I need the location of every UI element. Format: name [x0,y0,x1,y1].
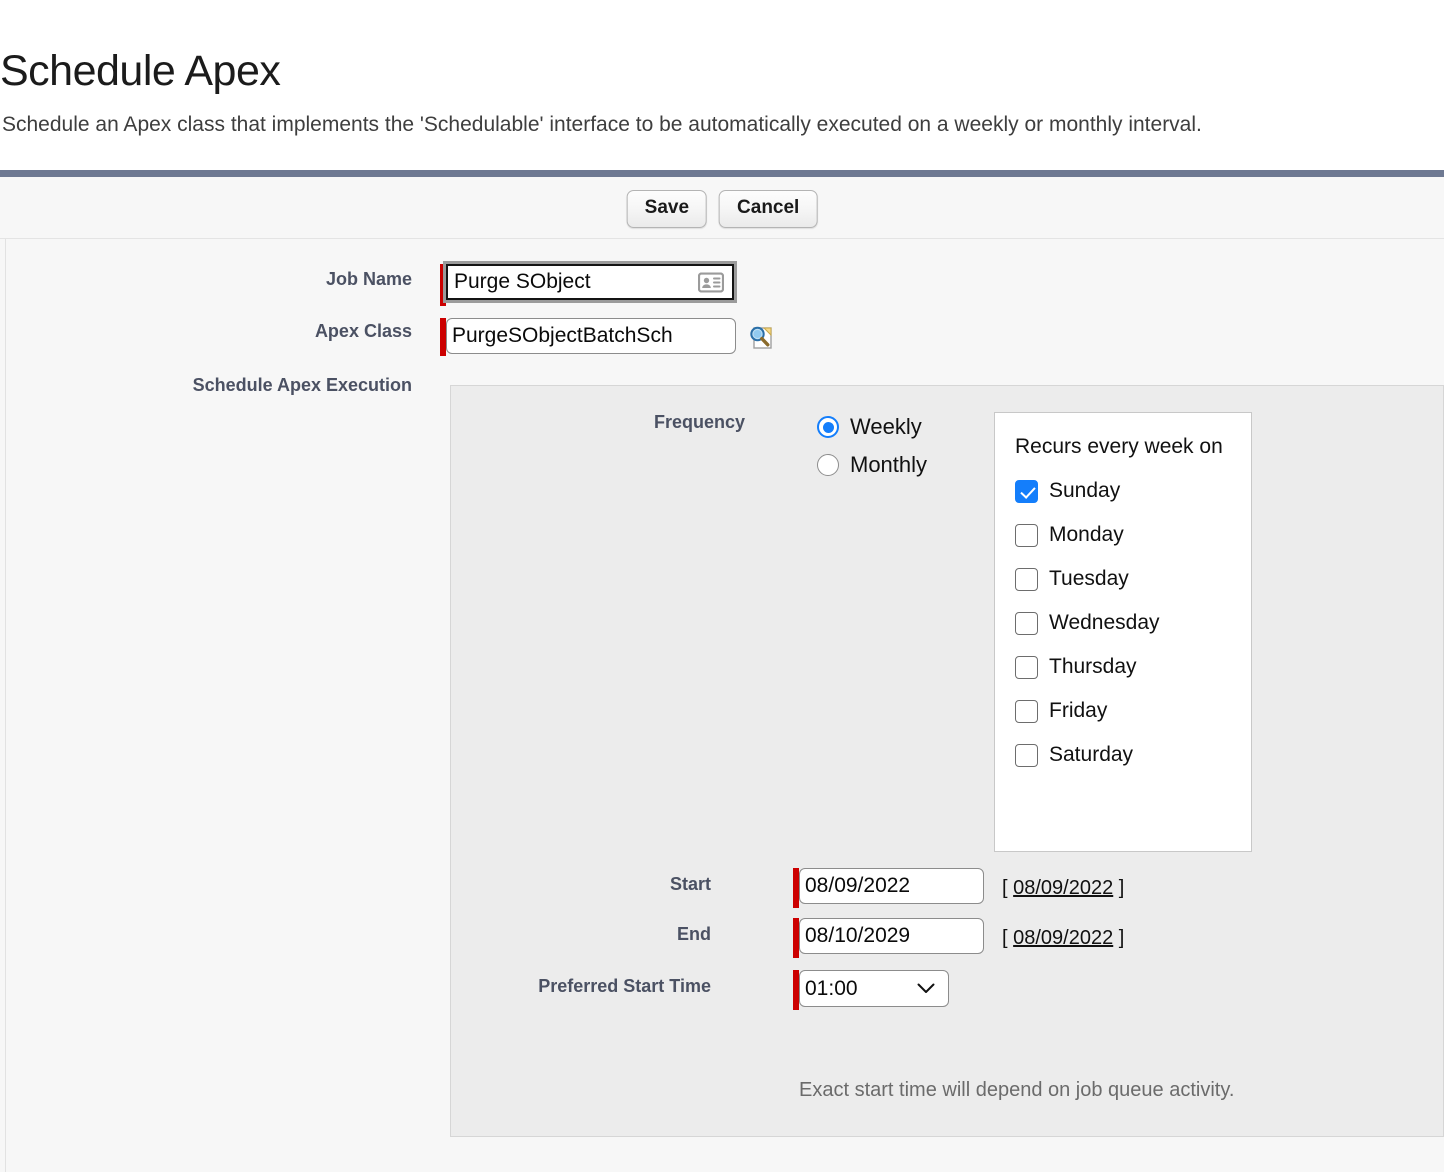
end-hint-close-bracket: ] [1118,926,1125,949]
recurrence-days-panel: Recurs every week on Sunday Monday Tuesd… [994,412,1252,852]
preferred-start-time-label: Preferred Start Time [538,976,711,996]
frequency-weekly-label: Weekly [850,414,922,439]
job-name-label: Job Name [325,269,412,289]
day-checkbox-wednesday[interactable]: Wednesday [1015,611,1251,635]
day-checkbox-thursday[interactable]: Thursday [1015,655,1251,679]
lookup-magnifier-icon[interactable] [746,322,776,352]
day-label-friday: Friday [1049,699,1108,722]
radio-monthly-icon[interactable] [817,454,839,476]
job-name-input[interactable] [443,261,737,303]
save-button[interactable]: Save [626,190,708,228]
day-label-monday: Monday [1049,523,1124,546]
start-hint-close-bracket: ] [1118,876,1125,899]
day-checkbox-friday[interactable]: Friday [1015,699,1251,723]
frequency-radio-group: Weekly Monthly [817,408,927,484]
day-label-sunday: Sunday [1049,479,1121,502]
start-date-input[interactable] [799,868,984,904]
end-date-input[interactable] [799,918,984,954]
action-button-bar: Save Cancel [0,177,1444,239]
end-date-today-link[interactable]: 08/09/2022 [1013,927,1113,949]
start-date-label: Start [669,874,711,894]
recurrence-title: Recurs every week on [1015,435,1223,458]
start-date-hint: [ 08/09/2022 ] [1002,877,1124,900]
cancel-button[interactable]: Cancel [719,190,818,228]
checkbox-saturday-icon[interactable] [1015,743,1038,767]
end-hint-open-bracket: [ [1002,926,1008,949]
frequency-option-monthly[interactable]: Monthly [817,446,927,484]
end-date-label: End [677,924,711,944]
start-date-today-link[interactable]: 08/09/2022 [1013,877,1113,899]
day-checkbox-sunday[interactable]: Sunday [1015,479,1251,503]
frequency-option-weekly[interactable]: Weekly [817,408,927,446]
day-label-thursday: Thursday [1049,655,1137,678]
schedule-execution-box: Frequency Weekly Monthly Recurs every we… [450,385,1444,1137]
checkbox-sunday-icon[interactable] [1015,479,1038,503]
checkbox-monday-icon[interactable] [1015,523,1038,547]
preferred-start-time-select[interactable]: 12:0001:0002:0003:0004:0005:0006:0007:00… [799,970,949,1007]
end-date-hint: [ 08/09/2022 ] [1002,927,1124,950]
day-checkbox-monday[interactable]: Monday [1015,523,1251,547]
schedule-apex-page: Schedule Apex Schedule an Apex class tha… [0,0,1444,1172]
checkbox-wednesday-icon[interactable] [1015,611,1038,635]
contact-card-icon[interactable] [697,272,725,298]
day-label-tuesday: Tuesday [1049,567,1129,590]
checkbox-thursday-icon[interactable] [1015,655,1038,679]
frequency-label: Frequency [654,412,746,432]
day-checkbox-saturday[interactable]: Saturday [1015,743,1251,767]
radio-weekly-icon[interactable] [817,416,839,438]
apex-class-label: Apex Class [314,321,412,341]
day-label-wednesday: Wednesday [1049,611,1160,634]
checkbox-friday-icon[interactable] [1015,699,1038,723]
job-queue-note: Exact start time will depend on job queu… [799,1079,1235,1101]
page-subtitle: Schedule an Apex class that implements t… [2,113,1202,136]
page-title: Schedule Apex [0,46,281,95]
day-checkbox-tuesday[interactable]: Tuesday [1015,567,1251,591]
frequency-monthly-label: Monthly [850,452,928,477]
start-hint-open-bracket: [ [1002,876,1008,899]
checkbox-tuesday-icon[interactable] [1015,567,1038,591]
schedule-section-label: Schedule Apex Execution [192,375,412,395]
apex-class-input[interactable] [446,318,736,354]
day-label-saturday: Saturday [1049,743,1134,766]
